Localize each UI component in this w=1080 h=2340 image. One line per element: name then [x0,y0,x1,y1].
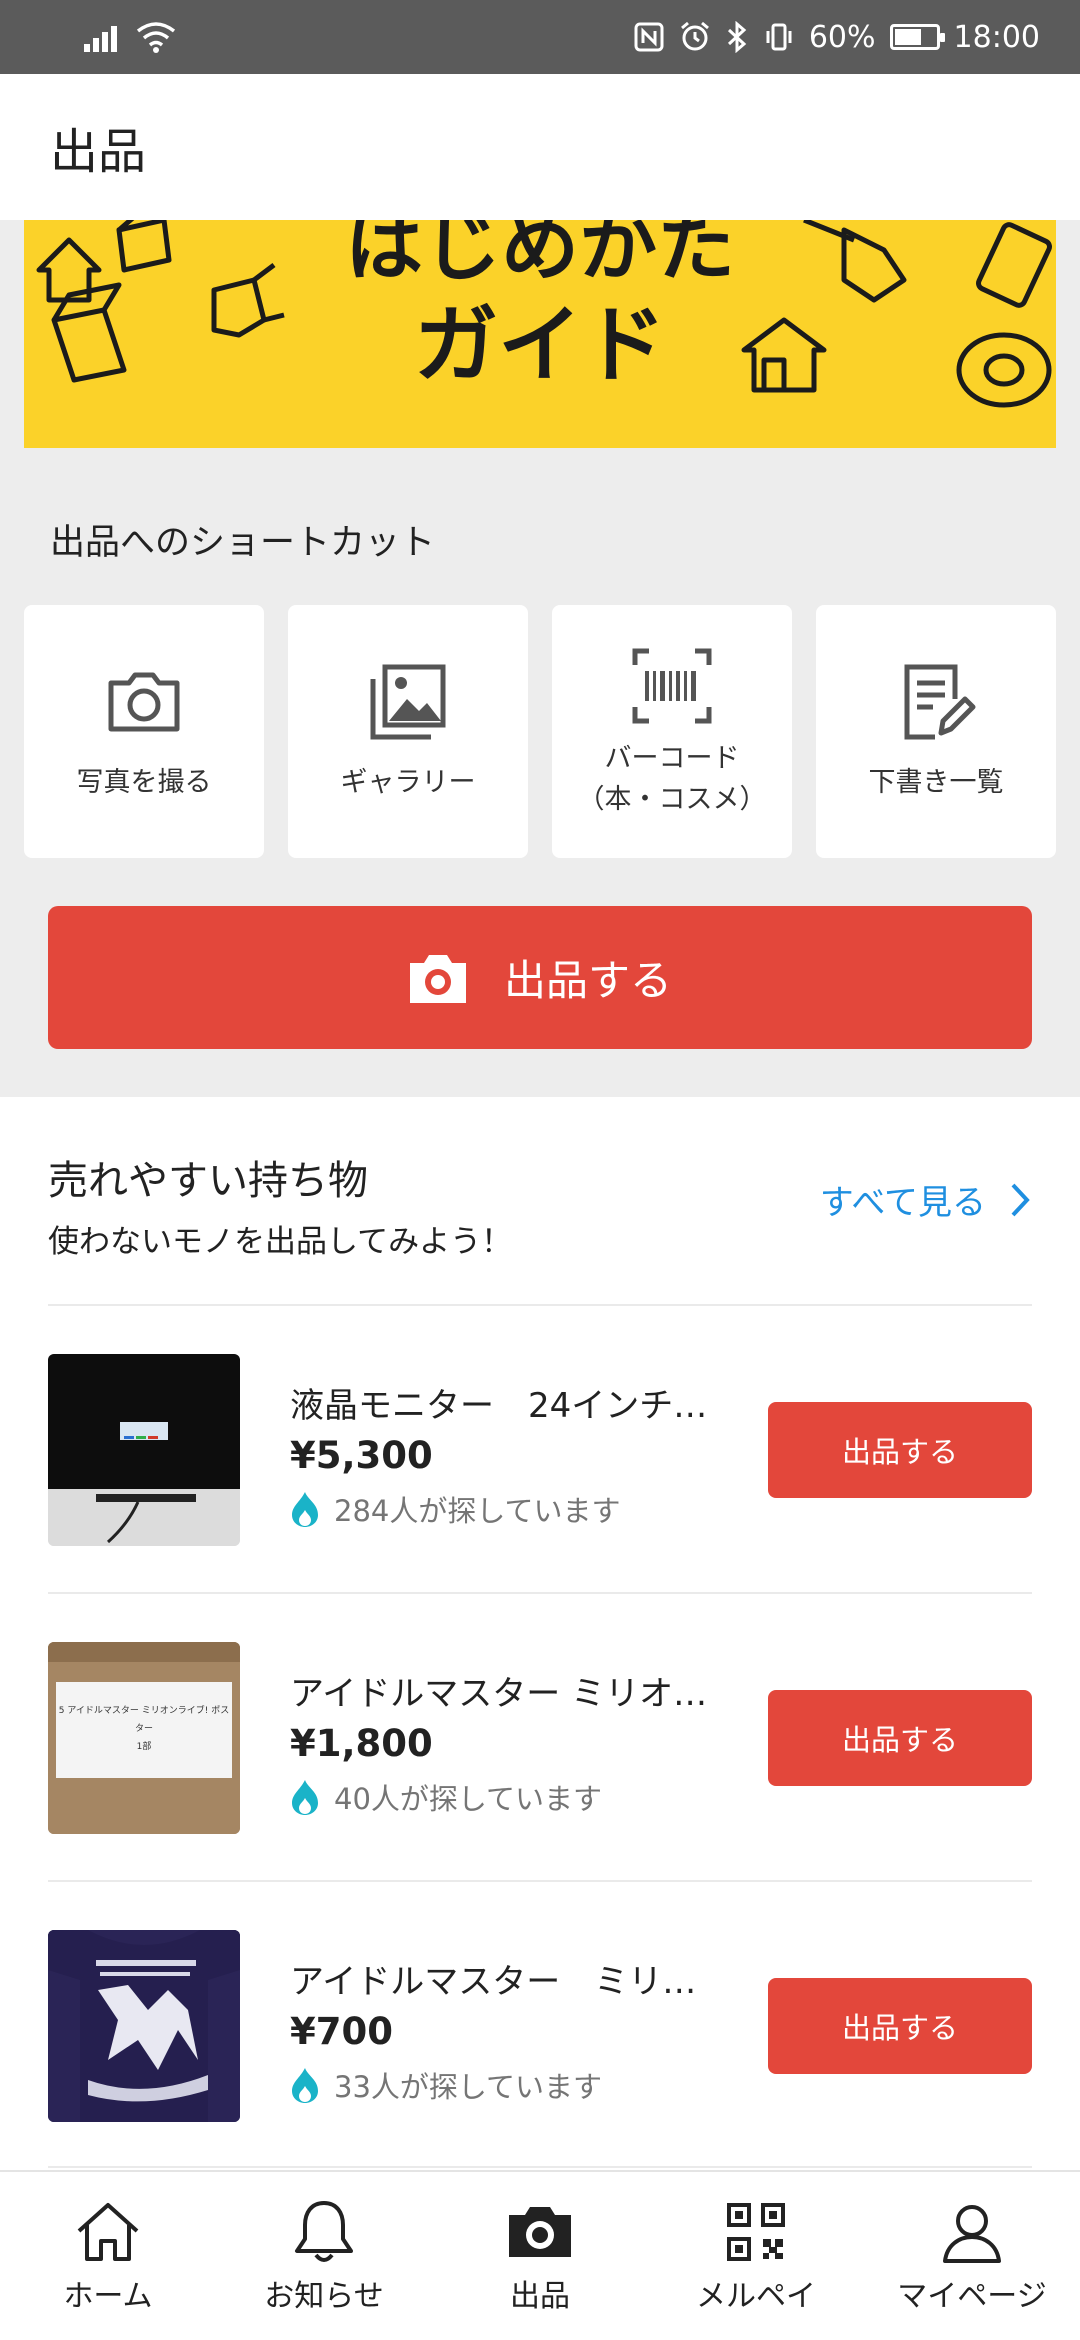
item-demand-label: 284人が探しています [334,1494,621,1528]
nav-merpay[interactable]: メルペイ [648,2172,864,2340]
item-name: アイドルマスター ミリ… [290,1962,697,2002]
nav-label: メルペイ [696,2279,816,2314]
clock: 18:00 [953,19,1040,55]
monitor-image [48,1354,240,1546]
item-thumbnail [48,1354,240,1546]
shortcut-take-photo[interactable]: 写真を撮る [24,605,264,858]
nav-sell[interactable]: 出品 [432,2172,648,2340]
tshirt-image [48,1930,240,2122]
divider [48,1304,1032,1306]
chevron-right-icon [1011,1183,1030,1216]
vibrate-icon [766,23,792,51]
item-demand: 33人が探しています [290,2064,602,2106]
barcode-icon [632,648,712,724]
status-right: 60% 18:00 [633,20,1040,55]
shortcut-drafts[interactable]: 下書き一覧 [816,605,1056,858]
item-demand-label: 40人が探しています [334,1782,603,1816]
item-demand: 284人が探しています [290,1488,620,1530]
banner-title-line2: ガイド [413,296,666,394]
status-bar: 60% 18:00 [0,0,1080,74]
signal-icon [84,26,117,52]
bottom-nav: ホーム お知らせ 出品 メルペイ マイページ [0,2170,1080,2340]
list-item-button-label: 出品する [503,956,672,1005]
shortcut-label: 下書き一覧 [868,767,1004,799]
sellable-subtitle: 使わないモノを出品してみよう！ [48,1224,513,1260]
list-item-button[interactable]: 出品する [48,906,1032,1049]
item-demand: 40人が探しています [290,1776,602,1818]
item-thumbnail [48,1930,240,2122]
camera-icon [409,954,466,1003]
battery-percent: 60% [808,19,876,55]
see-all-label: すべて見る [819,1183,986,1223]
item-name: 液晶モニター 24インチ… [290,1386,708,1426]
nav-label: マイページ [897,2279,1047,2314]
see-all-link[interactable]: すべて見る [820,1175,1030,1224]
item-list-button[interactable]: 出品する [768,1978,1032,2074]
item-thumbnail: 5 アイドルマスター ミリオンライブ! ポスター 1部 [48,1642,240,1834]
item-price: ¥700 [290,2010,393,2053]
bluetooth-icon [727,21,747,53]
thumbnail-label: 5 アイドルマスター ミリオンライブ! ポスター 1部 [58,1706,230,1752]
nav-label: お知らせ [264,2279,384,2314]
camera-icon [509,2207,571,2257]
item-list-button[interactable]: 出品する [768,1690,1032,1786]
shortcut-section-title: 出品へのショートカット [50,523,436,563]
battery-icon [889,24,945,50]
sellable-item[interactable]: アイドルマスター ミリ… ¥700 33人が探しています 出品する [0,1930,1080,2122]
nav-label: 出品 [510,2279,570,2314]
flame-icon [292,2068,318,2103]
sellable-title: 売れやすい持ち物 [48,1158,368,1204]
item-name: アイドルマスター ミリオ… [290,1674,708,1714]
sellable-item[interactable]: 5 アイドルマスター ミリオンライブ! ポスター 1部 アイドルマスター ミリオ… [0,1642,1080,1834]
nfc-icon [634,22,664,52]
shortcut-label: 写真を撮る [76,767,212,799]
qr-code-icon [727,2203,785,2261]
page-header: 出品 [0,74,1080,220]
shortcut-label: バーコード （本・コスメ） [577,743,767,815]
guide-banner[interactable]: はじめかた ガイド [24,220,1056,448]
flame-icon [292,1780,318,1815]
alarm-icon [680,21,709,51]
gallery-icon [370,664,446,740]
battery-fill [894,29,921,45]
item-list-button[interactable]: 出品する [768,1402,1032,1498]
bell-icon [295,2201,353,2262]
divider [48,1592,1032,1594]
draft-list-icon [904,664,976,740]
divider [48,1880,1032,1882]
shortcut-barcode[interactable]: バーコード （本・コスメ） [552,605,792,858]
nav-notifications[interactable]: お知らせ [216,2172,432,2340]
shortcut-label: ギャラリー [340,767,476,799]
sellable-item[interactable]: 液晶モニター 24インチ… ¥5,300 284人が探しています 出品する [0,1354,1080,1546]
item-price: ¥5,300 [290,1434,433,1477]
item-price: ¥1,800 [290,1722,433,1765]
wifi-icon [136,22,176,53]
flame-icon [292,1492,318,1527]
shortcut-gallery[interactable]: ギャラリー [288,605,528,858]
home-icon [77,2203,139,2261]
nav-mypage[interactable]: マイページ [864,2172,1080,2340]
camera-icon [108,672,180,732]
status-left [84,21,176,53]
person-icon [943,2205,1001,2263]
shortcut-grid: 写真を撮る ギャラリー バーコード （本・コスメ） 下書き一覧 [24,605,1056,858]
nav-label: ホーム [63,2279,153,2314]
divider [48,2166,1032,2168]
item-demand-label: 33人が探しています [334,2070,603,2104]
page-title: 出品 [50,124,147,180]
nav-home[interactable]: ホーム [0,2172,216,2340]
